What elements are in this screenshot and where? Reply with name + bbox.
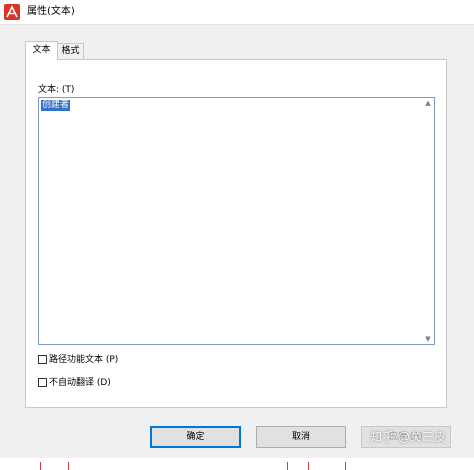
tab-text[interactable]: 文本	[25, 41, 58, 60]
no-auto-translate-label: 不自动翻译 (D)	[49, 378, 111, 388]
scroll-up-icon[interactable]: ▲	[422, 98, 434, 108]
background-document-strip	[0, 458, 474, 470]
pdf-app-icon	[4, 4, 20, 20]
background-mark	[40, 462, 41, 470]
window-title: 属性(文本)	[27, 6, 75, 17]
path-text-label: 路径功能文本 (P)	[49, 355, 119, 365]
no-auto-translate-checkbox-row[interactable]: 不自动翻译 (D)	[38, 377, 111, 389]
text-input-value[interactable]: 创建者	[41, 100, 71, 111]
background-mark	[308, 462, 309, 470]
background-mark	[345, 462, 346, 470]
title-bar: 属性(文本)	[0, 0, 474, 25]
text-field-label: 文本: (T)	[38, 85, 75, 95]
background-mark	[287, 462, 288, 470]
scroll-down-icon[interactable]: ▼	[422, 334, 434, 344]
cancel-button[interactable]: 取消	[256, 426, 346, 448]
scrollbar[interactable]: ▲ ▼	[422, 98, 434, 344]
text-input[interactable]: 创建者 ▲ ▼	[38, 97, 435, 345]
tab-format[interactable]: 格式	[58, 43, 84, 59]
background-mark	[68, 462, 69, 470]
no-auto-translate-checkbox[interactable]	[38, 378, 47, 387]
watermark: 知乎 @关三皮	[370, 430, 446, 444]
ok-button[interactable]: 确定	[150, 426, 241, 448]
path-text-checkbox-row[interactable]: 路径功能文本 (P)	[38, 354, 118, 366]
path-text-checkbox[interactable]	[38, 355, 47, 364]
